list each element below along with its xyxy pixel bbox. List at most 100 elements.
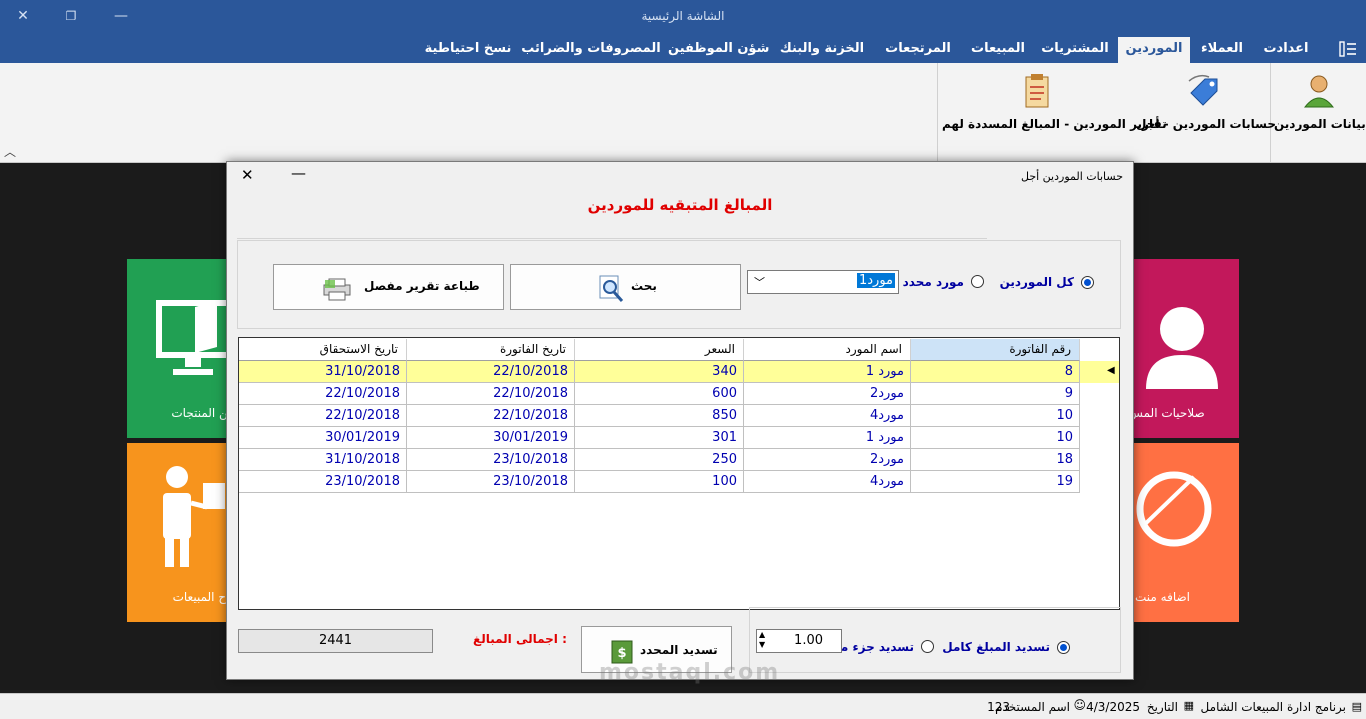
search-button[interactable]: بحث xyxy=(510,264,741,310)
heading-divider xyxy=(237,238,987,239)
column-header-invoice-no[interactable]: رقم الفاتورة xyxy=(911,339,1080,361)
cell-price[interactable]: 850 xyxy=(575,405,744,427)
amount-stepper[interactable]: ▲ ▼ 1.00 xyxy=(756,629,842,653)
tile-products[interactable]: من المنتجات xyxy=(127,259,227,438)
cell-supplier-name[interactable]: مورد 1 xyxy=(744,427,911,449)
cell-invoice-no[interactable]: 18 xyxy=(911,449,1080,471)
tile-add-product[interactable]: اضافه منت xyxy=(1134,443,1239,622)
filter-panel: كل الموردين مورد محدد ﹀ مورد1 بحث طباعة … xyxy=(237,240,1121,329)
table-row[interactable]: 10 مورد4 850 22/10/2018 22/10/2018 xyxy=(239,405,1119,427)
cell-invoice-no[interactable]: 9 xyxy=(911,383,1080,405)
cell-price[interactable]: 340 xyxy=(575,361,744,383)
ribbon-panel: بيانات الموردين حسابات الموردين - أجل تق… xyxy=(0,63,1366,163)
monitor-icon xyxy=(156,300,227,375)
dialog-close-icon[interactable]: ✕ xyxy=(241,166,254,184)
total-value: 2441 xyxy=(238,629,433,653)
tab-purchases[interactable]: المشتريات xyxy=(1038,37,1112,63)
tile-permissions-label: صلاحيات المس xyxy=(1134,406,1205,420)
new-badge-icon xyxy=(1136,471,1212,547)
supplier-combo[interactable]: ﹀ مورد1 xyxy=(747,270,899,294)
cell-invoice-no[interactable]: 10 xyxy=(911,427,1080,449)
cell-invoice-date[interactable]: 22/10/2018 xyxy=(407,383,575,405)
cell-price[interactable]: 250 xyxy=(575,449,744,471)
price-tag-icon xyxy=(1185,71,1221,111)
column-header-price[interactable]: السعر xyxy=(575,339,744,361)
suppliers-reports-button[interactable]: تقارير الموردين - المبالغ المسددة لهم xyxy=(942,71,1167,159)
watermark: mostaql.com xyxy=(599,660,781,685)
column-header-invoice-date[interactable]: تاريخ الفاتورة xyxy=(407,339,575,361)
suppliers-accounts-button[interactable]: حسابات الموردين - أجل xyxy=(1136,71,1276,159)
cell-due-date[interactable]: 31/10/2018 xyxy=(239,361,407,383)
cell-due-date[interactable]: 22/10/2018 xyxy=(239,405,407,427)
cell-due-date[interactable]: 31/10/2018 xyxy=(239,449,407,471)
all-suppliers-label: كل الموردين xyxy=(999,275,1074,289)
cell-invoice-date[interactable]: 23/10/2018 xyxy=(407,449,575,471)
cell-invoice-date[interactable]: 30/01/2019 xyxy=(407,427,575,449)
date-value: 4/3/2025 xyxy=(1086,700,1140,714)
tab-backup[interactable]: نسخ احتياطية xyxy=(420,37,516,63)
table-row[interactable]: 19 مورد4 100 23/10/2018 23/10/2018 xyxy=(239,471,1119,493)
table-row[interactable]: 9 مورد2 600 22/10/2018 22/10/2018 xyxy=(239,383,1119,405)
suppliers-data-button[interactable]: بيانات الموردين xyxy=(1274,71,1366,159)
user-silhouette-icon xyxy=(1146,307,1218,389)
table-row[interactable]: 18 مورد2 250 23/10/2018 31/10/2018 xyxy=(239,449,1119,471)
pay-full-radio[interactable] xyxy=(1057,641,1070,654)
cell-price[interactable]: 301 xyxy=(575,427,744,449)
menu-icon[interactable] xyxy=(1338,40,1358,58)
specific-supplier-label: مورد محدد xyxy=(902,275,964,289)
tile-permissions[interactable]: صلاحيات المس xyxy=(1134,259,1239,438)
all-suppliers-radio[interactable] xyxy=(1081,276,1094,289)
cell-supplier-name[interactable]: مورد 1 xyxy=(744,361,911,383)
stepper-arrows-icon[interactable]: ▲ ▼ xyxy=(759,630,765,650)
tab-expenses-taxes[interactable]: المصروفات والضرائب xyxy=(520,37,662,63)
invoices-grid[interactable]: رقم الفاتورة اسم المورد السعر تاريخ الفا… xyxy=(238,337,1120,610)
tile-add-product-label: اضافه منت xyxy=(1135,590,1190,604)
ribbon-separator xyxy=(937,63,938,162)
cell-invoice-date[interactable]: 22/10/2018 xyxy=(407,361,575,383)
cell-supplier-name[interactable]: مورد4 xyxy=(744,471,911,493)
user-icon xyxy=(1301,71,1337,111)
tab-treasury-bank[interactable]: الخزنة والبنك xyxy=(772,37,872,63)
cell-supplier-name[interactable]: مورد2 xyxy=(744,383,911,405)
tile-products-label: من المنتجات xyxy=(171,406,227,420)
tab-suppliers[interactable]: الموردين xyxy=(1118,37,1190,63)
tile-sales-profit[interactable]: اح المبيعات xyxy=(127,443,227,622)
cell-invoice-no[interactable]: 10 xyxy=(911,405,1080,427)
program-name: برنامج ادارة المبيعات الشامل xyxy=(1200,700,1346,714)
title-bar: ✕ ❐ — الشاشة الرئيسية xyxy=(0,0,1366,33)
cell-price[interactable]: 600 xyxy=(575,383,744,405)
window-title: الشاشة الرئيسية xyxy=(641,9,725,23)
cell-invoice-no[interactable]: 19 xyxy=(911,471,1080,493)
amount-value: 1.00 xyxy=(794,633,823,648)
pay-full-label: تسديد المبلغ كامل xyxy=(942,640,1050,654)
tab-settings[interactable]: اعدادت xyxy=(1258,37,1314,63)
cell-invoice-date[interactable]: 22/10/2018 xyxy=(407,405,575,427)
tab-customers[interactable]: العملاء xyxy=(1192,37,1252,63)
suppliers-reports-label: تقارير الموردين - المبالغ المسددة لهم xyxy=(942,117,1167,131)
cell-invoice-date[interactable]: 23/10/2018 xyxy=(407,471,575,493)
row-indicator-icon: ◀ xyxy=(1107,365,1115,376)
cell-due-date[interactable]: 22/10/2018 xyxy=(239,383,407,405)
status-bar: ▤ برنامج ادارة المبيعات الشامل ▦ التاريخ… xyxy=(0,693,1366,719)
cell-supplier-name[interactable]: مورد4 xyxy=(744,405,911,427)
cell-due-date[interactable]: 30/01/2019 xyxy=(239,427,407,449)
pay-part-radio[interactable] xyxy=(921,640,934,653)
print-report-button[interactable]: طباعة تقرير مفصل xyxy=(273,264,504,310)
specific-supplier-radio[interactable] xyxy=(971,275,984,288)
tab-sales[interactable]: المبيعات xyxy=(964,37,1032,63)
column-header-supplier-name[interactable]: اسم المورد xyxy=(744,339,911,361)
printer-icon xyxy=(323,278,351,301)
cell-price[interactable]: 100 xyxy=(575,471,744,493)
table-row[interactable]: ◀ 8 مورد 1 340 22/10/2018 31/10/2018 xyxy=(239,361,1119,383)
dialog-minimize-icon[interactable]: — xyxy=(291,164,306,182)
cell-supplier-name[interactable]: مورد2 xyxy=(744,449,911,471)
collapse-ribbon-icon[interactable]: ︿ xyxy=(4,143,16,160)
supplier-accounts-dialog: حسابات الموردين أجل ✕ — المبالغ المتبقيه… xyxy=(226,161,1134,685)
cell-due-date[interactable]: 23/10/2018 xyxy=(239,471,407,493)
tab-employees[interactable]: شؤن الموظفين xyxy=(668,37,769,63)
column-header-due-date[interactable]: تاريخ الاستحقاق xyxy=(239,339,407,361)
table-row[interactable]: 10 مورد 1 301 30/01/2019 30/01/2019 xyxy=(239,427,1119,449)
cell-invoice-no[interactable]: 8 xyxy=(911,361,1080,383)
search-button-label: بحث xyxy=(631,279,657,293)
tab-returns[interactable]: المرتجعات xyxy=(878,37,958,63)
